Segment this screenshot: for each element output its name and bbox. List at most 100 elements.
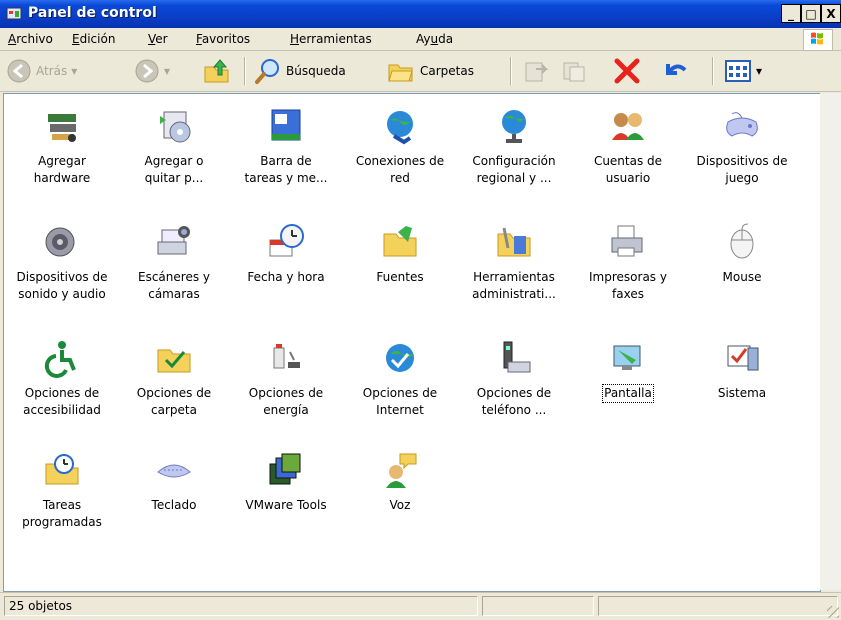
delete-x-icon	[614, 58, 640, 84]
control-panel-item[interactable]: Opciones de energía	[230, 332, 342, 444]
user-accounts-icon	[612, 113, 644, 140]
scroll-gutter	[820, 93, 841, 590]
search-icon	[255, 59, 279, 84]
fonts-folder-icon	[383, 226, 417, 257]
windows-flag-icon	[803, 29, 833, 51]
control-panel-item[interactable]: Dispositivos de sonido y audio	[6, 216, 118, 328]
resize-grip[interactable]	[827, 606, 839, 618]
control-panel-item[interactable]: Pantalla	[572, 332, 684, 444]
regional-settings-icon	[502, 110, 526, 143]
move-to-icon	[525, 62, 549, 82]
forward-arrow-icon	[135, 59, 159, 83]
control-panel-item[interactable]: Escáneres y cámaras	[118, 216, 230, 328]
menu-archivo[interactable]: Archivo	[8, 32, 53, 46]
menu-bar: Archivo Edición Ver Favoritos Herramient…	[0, 28, 841, 51]
speech-icon	[386, 453, 417, 488]
item-label: Mouse	[722, 270, 762, 284]
item-label: Escáneres y cámaras	[138, 270, 210, 301]
close-button[interactable]: X	[821, 4, 841, 23]
item-label: Barra de tareas y me...	[244, 154, 328, 185]
item-label: Conexiones de red	[355, 154, 445, 185]
forward-button[interactable]: ▾	[134, 55, 170, 87]
folders-button[interactable]: Carpetas	[386, 55, 474, 87]
control-panel-item[interactable]: Fuentes	[344, 216, 456, 328]
toolbar: Atrás ▾ ▾ Búsqueda Carpetas ▾	[0, 51, 841, 92]
item-label: Dispositivos de juego	[696, 154, 788, 185]
item-label: Sistema	[717, 386, 767, 400]
control-panel-item[interactable]: Mouse	[686, 216, 798, 328]
status-bar: 25 objetos	[0, 592, 841, 620]
control-panel-icon	[6, 7, 22, 20]
menu-herramientas[interactable]: Herramientas	[290, 32, 372, 46]
add-remove-programs-icon	[160, 111, 191, 143]
item-label: Opciones de teléfono ...	[476, 386, 552, 417]
control-panel-item[interactable]: Voz	[344, 444, 456, 556]
control-panel-item[interactable]: Dispositivos de juego	[686, 100, 798, 212]
back-button[interactable]: Atrás ▾	[6, 55, 77, 87]
control-panel-item[interactable]: Conexiones de red	[344, 100, 456, 212]
control-panel-item[interactable]: Barra de tareas y me...	[230, 100, 342, 212]
icon-view[interactable]: Agregar hardware Agregar o quitar p... Barra…	[3, 93, 821, 592]
item-label: Opciones de accesibilidad	[23, 386, 101, 417]
control-panel-item[interactable]: Opciones de carpeta	[118, 332, 230, 444]
control-panel-item[interactable]: Impresoras y faxes	[572, 216, 684, 328]
item-label: Opciones de carpeta	[136, 386, 212, 417]
folders-icon	[388, 64, 413, 82]
forward-dropdown-icon[interactable]: ▾	[164, 64, 170, 78]
control-panel-item[interactable]: Teclado	[118, 444, 230, 556]
control-panel-item[interactable]: Cuentas de usuario	[572, 100, 684, 212]
item-label: Pantalla	[602, 384, 654, 403]
control-panel-item[interactable]: Opciones de teléfono ...	[458, 332, 570, 444]
menu-ayuda[interactable]: Ayuda	[416, 32, 453, 46]
move-to-button[interactable]	[522, 55, 550, 87]
status-panel-2	[482, 596, 594, 616]
menu-favoritos[interactable]: Favoritos	[196, 32, 250, 46]
taskbar-icon	[271, 109, 301, 141]
power-options-icon	[273, 344, 300, 369]
control-panel-item[interactable]: Configuración regional y ...	[458, 100, 570, 212]
system-icon	[727, 345, 759, 371]
add-hardware-icon	[48, 114, 76, 142]
control-panel-item[interactable]: VMware Tools	[230, 444, 342, 556]
maximize-button[interactable]: □	[801, 4, 821, 23]
undo-button[interactable]	[660, 55, 690, 87]
menu-ver[interactable]: Ver	[148, 32, 168, 46]
item-label: VMware Tools	[245, 498, 327, 512]
vmware-tools-icon	[269, 453, 301, 485]
views-button[interactable]: ▾	[724, 55, 762, 87]
control-panel-item[interactable]: Herramientas administrati...	[458, 216, 570, 328]
item-label: Fuentes	[376, 270, 424, 284]
control-panel-item[interactable]: Opciones de accesibilidad	[6, 332, 118, 444]
up-folder-button[interactable]	[202, 55, 232, 87]
item-label: Teclado	[151, 498, 197, 512]
item-label: Agregar hardware	[33, 154, 91, 185]
title-bar[interactable]: Panel de control _ □ X	[0, 0, 841, 28]
control-panel-item[interactable]: Opciones de Internet	[344, 332, 456, 444]
display-icon	[613, 345, 641, 370]
window-title: Panel de control	[28, 5, 157, 21]
menu-edicion[interactable]: Edición	[72, 32, 115, 46]
item-label: Voz	[389, 498, 411, 512]
status-panel-3	[598, 596, 838, 616]
views-dropdown-icon[interactable]: ▾	[756, 64, 762, 78]
network-connections-icon	[387, 111, 413, 145]
item-label: Cuentas de usuario	[593, 154, 663, 185]
back-dropdown-icon[interactable]: ▾	[71, 64, 77, 78]
control-panel-item[interactable]: Tareas programadas	[6, 444, 118, 556]
control-panel-item[interactable]: Sistema	[686, 332, 798, 444]
item-label: Fecha y hora	[247, 270, 325, 284]
control-panel-item[interactable]: Agregar hardware	[6, 100, 118, 212]
control-panel-item[interactable]: Agregar o quitar p...	[118, 100, 230, 212]
control-panel-item[interactable]: Fecha y hora	[230, 216, 342, 328]
search-button[interactable]: Búsqueda	[254, 55, 346, 87]
up-folder-icon	[204, 59, 229, 83]
copy-to-button[interactable]	[560, 55, 588, 87]
item-label: Herramientas administrati...	[472, 270, 556, 301]
delete-button[interactable]	[612, 55, 642, 87]
phone-modem-icon	[503, 341, 531, 373]
sound-devices-icon	[45, 227, 75, 257]
item-label: Opciones de energía	[248, 386, 324, 417]
minimize-button[interactable]: _	[781, 4, 801, 23]
item-label: Opciones de Internet	[362, 386, 438, 417]
item-label: Impresoras y faxes	[589, 270, 667, 301]
